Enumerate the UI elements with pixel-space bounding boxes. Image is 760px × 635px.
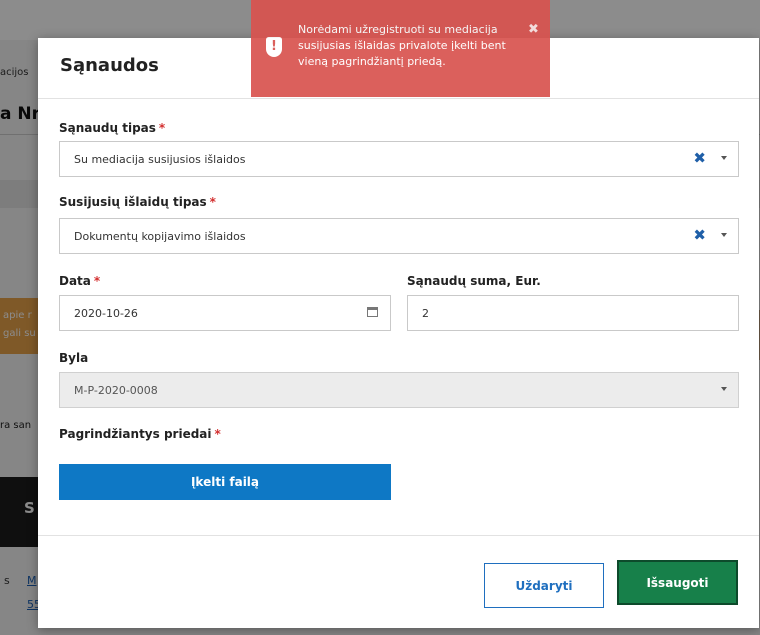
- chevron-down-icon: [721, 387, 727, 391]
- case-label-text: Byla: [59, 351, 89, 365]
- exclamation-shield-icon: !: [266, 37, 282, 57]
- required-marker: *: [209, 195, 216, 209]
- case-label: Byla: [59, 351, 88, 365]
- amount-label-text: Sąnaudų suma, Eur.: [407, 274, 541, 288]
- expense-type-label: Sąnaudų tipas *: [59, 121, 165, 135]
- close-icon[interactable]: ✖: [528, 22, 539, 38]
- amount-input[interactable]: 2: [407, 295, 739, 331]
- expense-type-value: Su mediacija susijusios išlaidos: [74, 153, 246, 166]
- clear-selection-icon[interactable]: ✖: [693, 151, 706, 166]
- chevron-down-icon[interactable]: [721, 233, 727, 237]
- required-marker: *: [214, 427, 221, 441]
- attachments-label-text: Pagrindžiantys priedai: [59, 427, 212, 441]
- case-value: M-P-2020-0008: [74, 384, 158, 397]
- amount-value: 2: [422, 307, 429, 320]
- expense-type-label-text: Sąnaudų tipas: [59, 121, 156, 135]
- amount-label: Sąnaudų suma, Eur.: [407, 274, 541, 288]
- case-select: M-P-2020-0008: [59, 372, 739, 408]
- required-marker: *: [93, 274, 101, 288]
- expenses-modal: Sąnaudos Sąnaudų tipas * Su mediacija sus…: [38, 38, 759, 628]
- attachments-label: Pagrindžiantys priedai *: [59, 427, 221, 441]
- related-expense-type-label: Susijusių išlaidų tipas *: [59, 195, 216, 209]
- calendar-icon[interactable]: [367, 307, 378, 317]
- date-input[interactable]: 2020-10-26: [59, 295, 391, 331]
- expense-type-select[interactable]: Su mediacija susijusios išlaidos ✖: [59, 141, 739, 177]
- clear-selection-icon[interactable]: ✖: [693, 228, 706, 243]
- date-label-text: Data: [59, 274, 91, 288]
- date-value: 2020-10-26: [74, 307, 138, 320]
- required-marker: *: [158, 121, 166, 135]
- related-expense-type-label-text: Susijusių išlaidų tipas: [59, 195, 207, 209]
- close-button[interactable]: Uždaryti: [484, 563, 604, 608]
- upload-file-button[interactable]: Įkelti failą: [59, 464, 391, 500]
- modal-title: Sąnaudos: [60, 55, 159, 76]
- modal-footer-divider: [38, 535, 759, 536]
- chevron-down-icon[interactable]: [721, 156, 727, 160]
- related-expense-type-select[interactable]: Dokumentų kopijavimo išlaidos ✖: [59, 218, 739, 254]
- related-expense-type-value: Dokumentų kopijavimo išlaidos: [74, 230, 246, 243]
- save-button[interactable]: Išsaugoti: [617, 560, 738, 605]
- toast-message: Norėdami užregistruoti su mediacija susi…: [298, 23, 506, 68]
- error-toast: ! Norėdami užregistruoti su mediacija su…: [251, 0, 550, 97]
- date-label: Data *: [59, 274, 100, 288]
